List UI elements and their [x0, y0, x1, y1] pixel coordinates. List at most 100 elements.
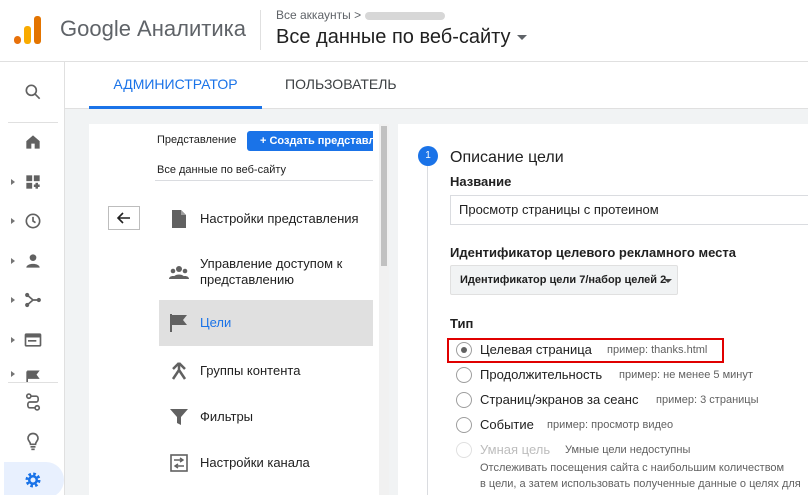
option-smart-hint: Умные цели недоступны — [565, 444, 691, 456]
caret-down-icon — [664, 279, 672, 283]
view-dropdown[interactable]: Все данные по веб-сайту — [157, 164, 286, 176]
document-icon — [169, 209, 189, 229]
goal-setup-panel: 1 Описание цели Название Просмотр страни… — [398, 124, 808, 495]
tab-user-label: ПОЛЬЗОВАТЕЛЬ — [285, 76, 397, 92]
expand-chevron-icon — [11, 258, 15, 264]
option-event-label: Событие — [480, 417, 534, 432]
home-icon — [25, 135, 40, 149]
step-connector-line — [427, 166, 428, 495]
option-pages-hint: пример: 3 страницы — [656, 394, 759, 406]
breadcrumb-text: Все аккаунты > — [276, 8, 362, 22]
goal-name-input[interactable]: Просмотр страницы с протеином — [450, 195, 808, 225]
goal-type-label: Тип — [450, 316, 474, 331]
caret-down-icon — [516, 35, 527, 41]
menu-item-view-access[interactable]: Управление доступом к представлению — [159, 248, 373, 296]
lightbulb-icon — [26, 432, 39, 451]
conversions-button[interactable] — [0, 362, 65, 382]
rail-divider — [8, 382, 58, 383]
admin-tabs: АДМИНИСТРАТОР ПОЛЬЗОВАТЕЛЬ — [65, 62, 808, 109]
view-column-label: Представление — [157, 134, 237, 146]
person-icon — [25, 254, 40, 268]
search-icon — [25, 84, 40, 100]
view-selector[interactable]: Все данные по веб-сайту — [276, 26, 527, 49]
menu-item-label: Цели — [200, 315, 232, 330]
option-pages-label: Страниц/экранов за сеанс — [480, 392, 639, 407]
goal-slot-dropdown[interactable]: Идентификатор цели 7/набор целей 2 — [450, 265, 678, 295]
radio-event[interactable] — [456, 417, 472, 433]
menu-item-view-settings[interactable]: Настройки представления — [159, 204, 373, 234]
smart-goal-description: Отслеживать посещения сайта с наибольшим… — [480, 462, 785, 474]
step-title: Описание цели — [450, 149, 564, 166]
customization-button[interactable] — [0, 164, 65, 200]
attribution-button[interactable] — [0, 384, 65, 420]
breadcrumb[interactable]: Все аккаунты > — [276, 8, 446, 22]
acquisition-icon — [24, 292, 41, 308]
scrollbar-thumb[interactable] — [381, 126, 387, 266]
header-divider — [260, 10, 261, 50]
goal-slot-value: Идентификатор цели 7/набор целей 2 — [460, 274, 667, 286]
menu-item-label: Группы контента — [200, 363, 301, 378]
view-selector-label: Все данные по веб-сайту — [276, 26, 511, 48]
left-nav-rail — [0, 62, 65, 495]
people-icon — [169, 262, 189, 282]
conversions-icon — [25, 370, 40, 382]
arrow-left-icon — [116, 212, 130, 224]
behavior-button[interactable] — [0, 322, 65, 358]
smart-goal-description-cont: в цели, а затем использовать полученные … — [480, 478, 801, 490]
filter-icon — [169, 407, 189, 427]
option-destination-label: Целевая страница — [480, 342, 592, 357]
realtime-button[interactable] — [0, 203, 65, 239]
gear-icon — [25, 472, 40, 488]
option-duration-label: Продолжительность — [480, 367, 603, 382]
option-smart-label: Умная цель — [480, 442, 551, 457]
home-button[interactable] — [0, 124, 65, 160]
admin-button[interactable] — [0, 462, 65, 495]
create-view-button[interactable]: + Создать представление — [247, 131, 373, 151]
menu-item-content-grouping[interactable]: Группы контента — [159, 356, 373, 386]
tab-admin[interactable]: АДМИНИСТРАТОР — [89, 62, 262, 109]
view-column: Представление + Создать представление Вс… — [89, 124, 389, 495]
app-header: Google Аналитика Все аккаунты > Все данн… — [0, 0, 808, 62]
rail-divider — [8, 122, 58, 123]
expand-chevron-icon — [11, 297, 15, 303]
menu-item-goals[interactable]: Цели — [159, 300, 373, 346]
option-duration-hint: пример: не менее 5 минут — [619, 369, 753, 381]
view-dropdown-underline — [155, 180, 373, 181]
flag-icon — [169, 313, 189, 333]
search-button[interactable] — [0, 74, 65, 110]
expand-chevron-icon — [11, 218, 15, 224]
goal-name-label: Название — [450, 174, 512, 189]
menu-item-filters[interactable]: Фильтры — [159, 402, 373, 432]
option-destination-hint: пример: thanks.html — [607, 344, 708, 356]
menu-item-label: Фильтры — [200, 409, 254, 424]
expand-chevron-icon — [11, 371, 15, 377]
discover-button[interactable] — [0, 423, 65, 459]
step-number-badge: 1 — [418, 146, 438, 166]
radio-smart-goal[interactable] — [456, 442, 472, 458]
option-event-hint: пример: просмотр видео — [547, 419, 674, 431]
acquisition-button[interactable] — [0, 282, 65, 318]
menu-item-label: Управление доступом к представлению — [200, 256, 343, 287]
channel-settings-icon — [169, 453, 189, 473]
product-name: Google Аналитика — [60, 16, 246, 41]
back-button[interactable] — [108, 206, 140, 230]
radio-destination[interactable] — [456, 342, 472, 358]
redacted-account — [365, 11, 446, 20]
clock-icon — [25, 213, 40, 229]
radio-duration[interactable] — [456, 367, 472, 383]
audience-button[interactable] — [0, 243, 65, 279]
attribution-icon — [25, 393, 40, 411]
analytics-logo-icon[interactable] — [14, 14, 42, 44]
menu-item-label: Настройки канала — [200, 455, 310, 470]
expand-chevron-icon — [11, 179, 15, 185]
tab-admin-label: АДМИНИСТРАТОР — [113, 76, 238, 92]
customization-icon — [25, 175, 40, 189]
menu-item-label: Настройки представления — [200, 211, 359, 226]
content-grouping-icon — [169, 361, 189, 381]
behavior-icon — [24, 333, 41, 347]
menu-item-channel-settings[interactable]: Настройки канала — [159, 448, 373, 478]
tab-user[interactable]: ПОЛЬЗОВАТЕЛЬ — [285, 62, 397, 109]
goal-slot-label: Идентификатор целевого рекламного места — [450, 245, 736, 260]
expand-chevron-icon — [11, 337, 15, 343]
radio-pages-per-session[interactable] — [456, 392, 472, 408]
